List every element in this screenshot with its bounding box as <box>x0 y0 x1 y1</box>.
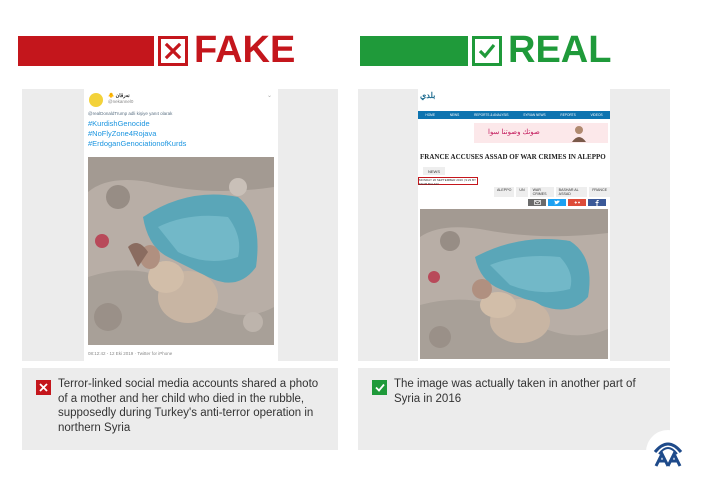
chevron-down-icon: ⌄ <box>266 93 272 99</box>
hashtag: #KurdishGenocide <box>88 119 150 128</box>
real-caption-box: The image was actually taken in another … <box>358 368 670 450</box>
nav-item: REPORTS <box>560 113 576 117</box>
fake-x-icon <box>158 36 188 66</box>
tag: UN <box>516 187 528 197</box>
email-icon <box>528 199 546 206</box>
anadolu-agency-icon <box>653 442 683 467</box>
fake-header-bar <box>18 36 154 66</box>
banner-text: صوتك وصوتنا سوا <box>488 129 540 136</box>
hashtag: #ErdoganGenociationofKurds <box>88 139 187 148</box>
banner-portrait-icon <box>572 126 586 142</box>
real-check-icon <box>472 36 502 66</box>
real-caption-text: The image was actually taken in another … <box>394 378 636 405</box>
twitter-icon <box>548 199 566 206</box>
aa-logo <box>646 430 690 474</box>
article-tags: ALEPPO UN WAR CRIMES BASHAR AL ASSAD FRA… <box>494 187 610 197</box>
tweet-reply-to: @realDonaldTrump adli kişiye yanıt olara… <box>88 111 173 116</box>
x-icon <box>36 380 51 395</box>
site-logo: بلدي <box>420 91 436 100</box>
google-plus-icon <box>568 199 586 206</box>
nav-item: NEWS <box>449 113 460 117</box>
real-heading: REAL <box>508 29 612 71</box>
article-date: MONDAY 26 SEPTEMBER 2016 | 9:23 BY ENAB … <box>418 177 478 186</box>
tweet-author-handle: @nekannel0 <box>108 99 134 104</box>
site-nav: HOME NEWS REPORTS & ANALYSIS SYRIAN NEWS… <box>418 111 610 119</box>
rubble-photo-original <box>420 209 608 359</box>
facebook-icon <box>588 199 606 206</box>
hashtag: #NoFlyZone4Rojava <box>88 129 157 138</box>
tweet-avatar <box>89 93 103 107</box>
nav-item: HOME <box>425 113 435 117</box>
nav-item: VIDEOS <box>590 113 603 117</box>
tweet-hashtags: #KurdishGenocide #NoFlyZone4Rojava #Erdo… <box>88 119 186 149</box>
real-header-bar <box>360 36 468 66</box>
nav-item: SYRIAN NEWS <box>523 113 546 117</box>
tag: BASHAR AL ASSAD <box>555 187 588 197</box>
fake-caption-text: Terror-linked social media accounts shar… <box>58 378 319 434</box>
real-article-screenshot: بلدي HOME NEWS REPORTS & ANALYSIS SYRIAN… <box>418 89 610 361</box>
rubble-photo <box>88 157 274 345</box>
tag: WAR CRIMES <box>529 187 554 197</box>
site-banner: صوتك وصوتنا سوا <box>474 123 608 143</box>
fake-heading: FAKE <box>194 29 296 71</box>
nav-item: REPORTS & ANALYSIS <box>474 113 509 117</box>
share-buttons <box>528 199 606 206</box>
article-title: FRANCE ACCUSES ASSAD OF WAR CRIMES IN AL… <box>420 153 606 161</box>
tag: FRANCE <box>589 187 610 197</box>
news-tag: NEWS <box>423 167 445 175</box>
check-icon <box>372 380 387 395</box>
fake-caption-box: Terror-linked social media accounts shar… <box>22 368 338 450</box>
fake-tweet-screenshot: 🐥 نه‌رقان @nekannel0 ⌄ @realDonaldTrump … <box>84 89 278 361</box>
tag: ALEPPO <box>494 187 515 197</box>
tweet-timestamp: 08:12:42 - 12 Eki 2019 · Twitter for iPh… <box>88 351 173 356</box>
